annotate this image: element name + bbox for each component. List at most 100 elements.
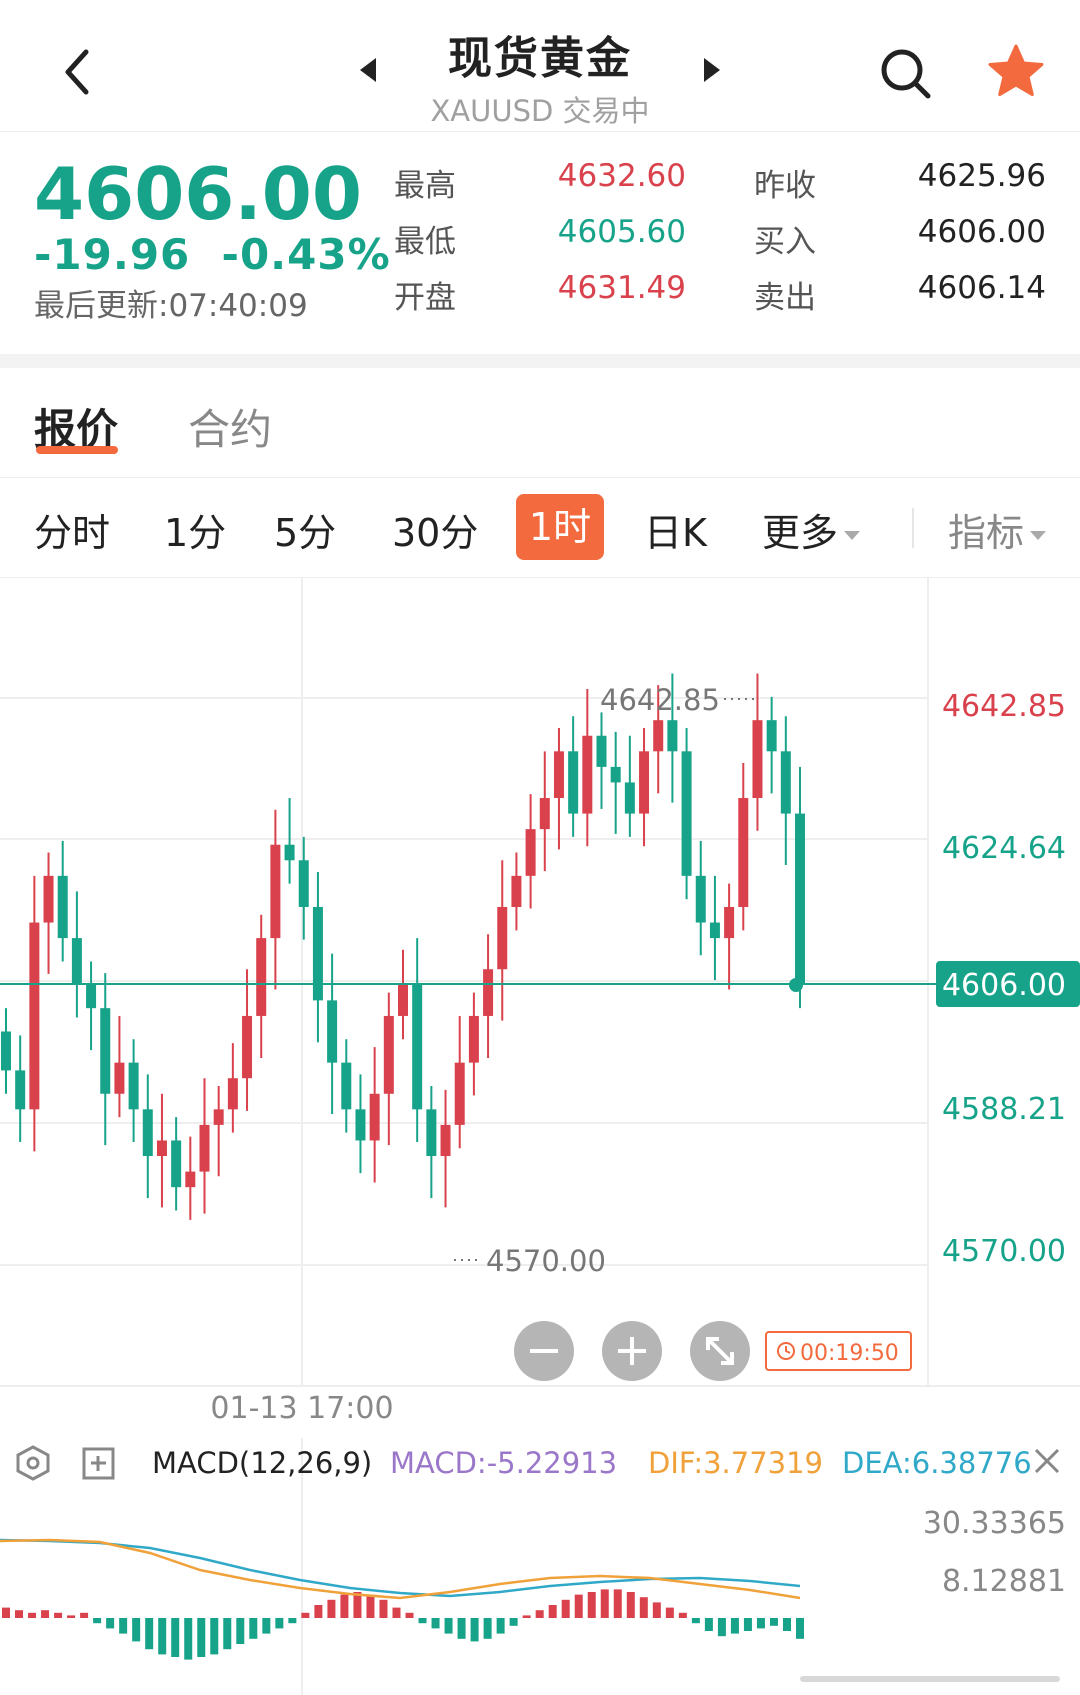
- macd-bar: [184, 1618, 193, 1660]
- candle-body: [553, 751, 564, 799]
- candle-body: [256, 938, 267, 1016]
- macd-bar: [15, 1610, 24, 1618]
- page-title: 现货黄金: [448, 33, 632, 84]
- back-chevron-icon[interactable]: [58, 44, 98, 100]
- candle-body: [398, 984, 408, 1016]
- macd-bar: [691, 1618, 700, 1624]
- macd-bar: [145, 1618, 154, 1650]
- fullscreen-icon[interactable]: [690, 1321, 750, 1381]
- stat-value-ask: 4606.14: [917, 270, 1046, 306]
- axis-label-low: 4570.00: [942, 1234, 1066, 1269]
- zoom-in-icon[interactable]: [602, 1321, 662, 1381]
- countdown-text: 00:19:50: [800, 1341, 899, 1366]
- chevron-down-icon: [844, 531, 861, 540]
- macd-bar: [496, 1618, 505, 1634]
- period-5m[interactable]: 5分: [274, 502, 336, 557]
- candle-body: [227, 1078, 238, 1110]
- tab-active-underline: [36, 446, 118, 454]
- quote-panel: 4606.00 -19.96 -0.43% 最后更新:07:40:09 最高 4…: [0, 132, 1080, 354]
- macd-bar: [418, 1618, 427, 1624]
- add-indicator-icon[interactable]: [82, 1447, 115, 1480]
- macd-bar: [340, 1594, 349, 1618]
- macd-bar: [132, 1618, 141, 1642]
- dif-line: [0, 1538, 801, 1600]
- star-icon[interactable]: [986, 42, 1046, 102]
- macd-bar: [288, 1618, 297, 1624]
- candle-body: [185, 1171, 196, 1188]
- close-icon[interactable]: [1034, 1448, 1060, 1474]
- candlestick-chart[interactable]: 4642.85 4624.64 4606.00 4588.21 4570.00 …: [0, 578, 1080, 1695]
- macd-bar: [483, 1618, 492, 1639]
- candle-body: [369, 1093, 380, 1141]
- period-30m[interactable]: 30分: [392, 502, 478, 557]
- macd-bar: [249, 1618, 258, 1639]
- macd-bar: [158, 1618, 167, 1655]
- candle-body: [766, 720, 777, 752]
- candle-body: [142, 1109, 153, 1157]
- candle-body: [639, 751, 650, 814]
- period-daily[interactable]: 日K: [644, 502, 707, 557]
- search-icon[interactable]: [878, 46, 934, 102]
- stat-value-low: 4605.60: [557, 214, 686, 250]
- candle-body: [681, 751, 692, 876]
- macd-axis-top: 30.33365: [923, 1506, 1066, 1541]
- candle-body: [29, 922, 40, 1110]
- candle-body: [454, 1062, 465, 1125]
- candle-body: [341, 1062, 352, 1110]
- indicator-button[interactable]: 指标: [948, 502, 1047, 557]
- candle-body: [242, 1015, 253, 1079]
- period-timeshare[interactable]: 分时: [34, 502, 110, 557]
- dea-value: DEA:6.38776: [842, 1446, 1032, 1480]
- macd-bar: [236, 1618, 245, 1644]
- period-more[interactable]: 更多: [762, 502, 861, 557]
- candle-body: [483, 969, 494, 1016]
- macd-bar: [704, 1618, 713, 1631]
- macd-bar: [561, 1599, 570, 1618]
- macd-bar: [210, 1618, 219, 1655]
- macd-bar: [457, 1618, 466, 1639]
- candle-body: [752, 720, 763, 799]
- settings-hexagon-icon[interactable]: [16, 1445, 50, 1481]
- stat-value-open: 4631.49: [557, 270, 686, 306]
- candle-body: [171, 1140, 182, 1188]
- page-subtitle: XAUUSD 交易中: [430, 94, 650, 128]
- macd-bar: [171, 1618, 180, 1657]
- chart-area[interactable]: 4642.85 4624.64 4606.00 4588.21 4570.00 …: [0, 578, 1080, 1695]
- period-1h[interactable]: 1时: [516, 494, 604, 560]
- dif-value: DIF:3.77319: [648, 1446, 823, 1480]
- candle-body: [568, 751, 579, 814]
- candle-body: [199, 1124, 210, 1172]
- macd-bar: [444, 1618, 453, 1634]
- title-block: 现货黄金 XAUUSD 交易中: [340, 22, 740, 130]
- macd-bar: [782, 1618, 791, 1631]
- stat-label-high: 最高: [394, 168, 456, 204]
- price-change: -19.96 -0.43%: [34, 230, 391, 279]
- zoom-out-icon[interactable]: [514, 1321, 574, 1381]
- stat-value-high: 4632.60: [557, 158, 686, 194]
- macd-bar: [652, 1602, 661, 1618]
- next-triangle-icon[interactable]: [704, 58, 720, 82]
- candle-body: [57, 875, 68, 939]
- time-axis-label: 01-13 17:00: [210, 1391, 393, 1426]
- candle-body: [695, 875, 706, 923]
- candle-body: [525, 829, 536, 876]
- stat-label-bid: 买入: [754, 224, 816, 260]
- candle-body: [270, 844, 281, 939]
- period-1m[interactable]: 1分: [164, 502, 226, 557]
- stat-value-prev-close: 4625.96: [917, 158, 1046, 194]
- dea-line: [0, 1538, 801, 1598]
- stat-label-open: 开盘: [394, 280, 456, 316]
- macd-axis-mid: 8.12881: [942, 1564, 1066, 1599]
- stat-value-bid: 4606.00: [917, 214, 1046, 250]
- indicator-label: 指标: [948, 511, 1025, 555]
- divider: [912, 508, 914, 548]
- section-divider: [0, 354, 1080, 368]
- candles-group: [1, 673, 805, 1220]
- candle-body: [383, 1015, 394, 1094]
- macd-bar: [197, 1618, 206, 1657]
- axis-label-high: 4642.85: [942, 689, 1066, 724]
- candle-body: [412, 984, 423, 1110]
- tab-contract[interactable]: 合约: [188, 396, 272, 457]
- macd-bar: [730, 1618, 739, 1634]
- macd-bar: [743, 1618, 752, 1631]
